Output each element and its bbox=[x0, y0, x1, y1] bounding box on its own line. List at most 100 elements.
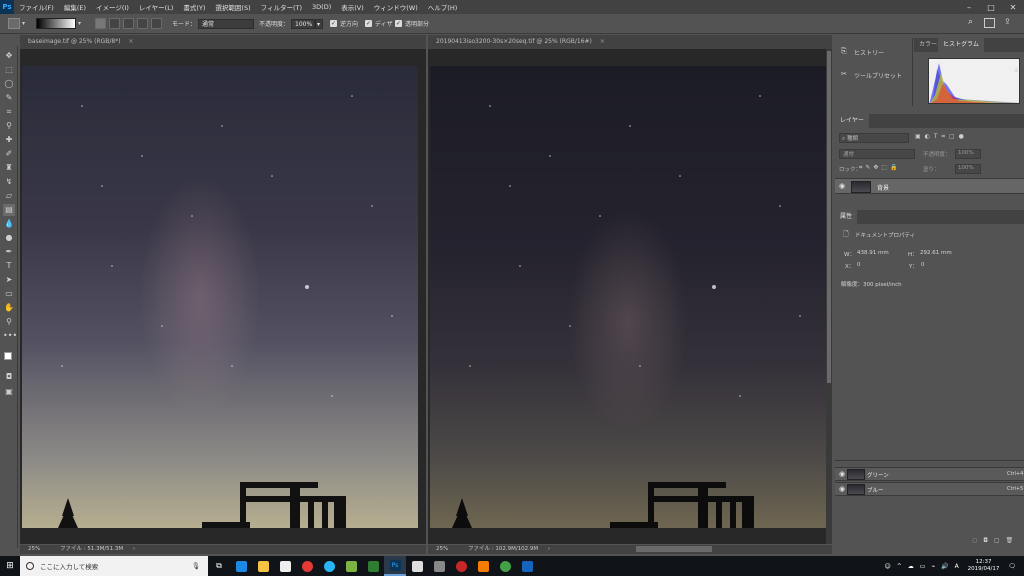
scrollbar-thumb[interactable] bbox=[827, 51, 831, 383]
menu-view[interactable]: 表示(V) bbox=[336, 2, 369, 12]
lock-icons[interactable]: ⌗✎✥⬚🔒 bbox=[859, 164, 901, 172]
document-tab-1[interactable]: baseimage.tif @ 25% (RGB/8*) × bbox=[20, 35, 426, 49]
workspace-icon[interactable] bbox=[984, 18, 995, 28]
file-explorer-icon[interactable] bbox=[252, 556, 274, 576]
maximize-icon[interactable]: □ bbox=[980, 0, 1002, 14]
eye-icon[interactable]: ◉ bbox=[839, 470, 845, 478]
mode-select[interactable]: 通常 bbox=[198, 19, 254, 29]
lasso-tool-icon[interactable]: ◯ bbox=[3, 78, 15, 90]
chevron-up-icon[interactable]: ^ bbox=[897, 563, 902, 570]
chrome-icon[interactable] bbox=[296, 556, 318, 576]
more-tools-icon[interactable]: ••• bbox=[3, 330, 17, 342]
share-icon[interactable]: ⇪ bbox=[1004, 17, 1011, 26]
layer-opacity-input[interactable]: 100% bbox=[955, 149, 981, 159]
chevron-right-icon[interactable]: › bbox=[548, 546, 550, 552]
blend-mode-select[interactable]: 通常 bbox=[839, 149, 915, 159]
blur-tool-icon[interactable]: 💧 bbox=[3, 218, 15, 230]
history-panel-label[interactable]: ヒストリー bbox=[854, 48, 884, 57]
screen-mode-icon[interactable]: ▣ bbox=[3, 386, 15, 398]
eye-icon[interactable]: ◉ bbox=[839, 485, 845, 493]
path-selection-tool-icon[interactable]: ➤ bbox=[3, 274, 15, 286]
zoom-tool-icon[interactable]: ⚲ bbox=[3, 316, 15, 328]
tab-properties[interactable]: 属性 bbox=[835, 210, 858, 224]
store-icon[interactable] bbox=[274, 556, 296, 576]
clone-stamp-tool-icon[interactable]: ♜ bbox=[3, 162, 15, 174]
battery-icon[interactable]: ▭ bbox=[920, 563, 926, 570]
transparency-checkbox[interactable]: ✓ bbox=[395, 20, 402, 27]
notifications-icon[interactable]: 🗨 bbox=[1008, 563, 1016, 570]
volume-icon[interactable]: 🔊 bbox=[941, 563, 948, 570]
cloud-icon[interactable]: ☁ bbox=[908, 563, 914, 570]
quick-select-tool-icon[interactable]: ✎ bbox=[3, 92, 15, 104]
chevron-down-icon[interactable]: ▾ bbox=[315, 19, 323, 29]
vertical-scrollbar[interactable] bbox=[826, 49, 832, 544]
zoom-level[interactable]: 25% bbox=[28, 546, 40, 552]
clock[interactable]: 12:37 2019/04/17 bbox=[968, 559, 1000, 573]
menu-help[interactable]: ヘルプ(H) bbox=[423, 2, 462, 12]
tab-layers[interactable]: レイヤー bbox=[835, 114, 869, 128]
network-icon[interactable]: ⌁ bbox=[931, 563, 935, 570]
brush-tool-icon[interactable]: ✐ bbox=[3, 148, 15, 160]
tool-presets-panel-label[interactable]: ツールプリセット bbox=[854, 71, 902, 80]
app-icon-green[interactable] bbox=[340, 556, 362, 576]
rectangle-tool-icon[interactable]: ▭ bbox=[3, 288, 15, 300]
ime-indicator[interactable]: A bbox=[955, 563, 959, 570]
close-icon[interactable]: × bbox=[600, 38, 605, 45]
gradient-tool-preset-icon[interactable] bbox=[8, 18, 20, 29]
reverse-checkbox[interactable]: ✓ bbox=[330, 20, 337, 27]
night-sky-image-2[interactable] bbox=[430, 66, 826, 528]
healing-brush-tool-icon[interactable]: ✚ bbox=[3, 134, 15, 146]
zoom-level[interactable]: 25% bbox=[436, 546, 448, 552]
photoshop-taskbar-icon[interactable]: Ps bbox=[384, 556, 406, 576]
taskbar-search-box[interactable]: ここに入力して検索 🎙 bbox=[20, 556, 208, 576]
document-tab-2[interactable]: 20190413iso3200-30s×20seq.tif @ 25% (RGB… bbox=[428, 35, 832, 49]
width-value[interactable]: 438.91 mm bbox=[857, 250, 889, 256]
linear-gradient-button[interactable] bbox=[95, 18, 106, 29]
foreground-color-swatch[interactable] bbox=[4, 352, 12, 360]
app-icon-colorful[interactable] bbox=[472, 556, 494, 576]
tool-presets-icon[interactable]: ✂ bbox=[841, 70, 847, 78]
diamond-gradient-button[interactable] bbox=[151, 18, 162, 29]
app-icon-darkgreen[interactable] bbox=[362, 556, 384, 576]
dither-checkbox[interactable]: ✓ bbox=[365, 20, 372, 27]
app-icon-blue[interactable] bbox=[318, 556, 340, 576]
windows-start-icon[interactable]: ⊞ bbox=[0, 556, 20, 576]
close-icon[interactable]: × bbox=[128, 38, 133, 45]
x-value[interactable]: 0 bbox=[857, 262, 861, 268]
minimize-icon[interactable]: – bbox=[958, 0, 980, 14]
horizontal-scrollbar-thumb[interactable] bbox=[636, 546, 712, 552]
tab-histogram[interactable]: ヒストグラム bbox=[938, 38, 984, 52]
y-value[interactable]: 0 bbox=[921, 262, 925, 268]
task-view-icon[interactable]: ⧉ bbox=[208, 556, 230, 576]
gradient-tool-icon[interactable]: ▤ bbox=[3, 204, 15, 216]
layer-filter-icons[interactable]: ▣◐T⌗▢● bbox=[915, 133, 968, 141]
chevron-down-icon[interactable]: ▾ bbox=[22, 20, 25, 27]
marquee-tool-icon[interactable]: ⬚ bbox=[3, 64, 15, 76]
height-value[interactable]: 292.61 mm bbox=[920, 250, 952, 256]
layer-name[interactable]: 背景 bbox=[877, 183, 889, 192]
type-tool-icon[interactable]: T bbox=[3, 260, 15, 272]
channel-row-green[interactable]: ◉ グリーン Ctrl+4 bbox=[835, 467, 1024, 481]
close-icon[interactable]: ✕ bbox=[1002, 0, 1024, 14]
eraser-tool-icon[interactable]: ▱ bbox=[3, 190, 15, 202]
app-icon-greencircle[interactable] bbox=[494, 556, 516, 576]
layer-kind-filter[interactable]: ⌕ 種類 bbox=[839, 133, 909, 143]
dodge-tool-icon[interactable]: ● bbox=[3, 232, 15, 244]
menu-filter[interactable]: フィルター(T) bbox=[256, 2, 307, 12]
menu-image[interactable]: イメージ(I) bbox=[91, 2, 134, 12]
layer-row-background[interactable]: ◉ 背景 bbox=[835, 178, 1024, 194]
radial-gradient-button[interactable] bbox=[109, 18, 120, 29]
history-icon[interactable]: ⎘ bbox=[841, 47, 847, 56]
app-icon-camera[interactable] bbox=[406, 556, 428, 576]
reflected-gradient-button[interactable] bbox=[137, 18, 148, 29]
menu-file[interactable]: ファイル(F) bbox=[14, 2, 59, 12]
people-icon[interactable]: ☺ bbox=[884, 563, 890, 570]
menu-3d[interactable]: 3D(D) bbox=[307, 3, 336, 11]
chevron-down-icon[interactable]: ▾ bbox=[78, 20, 81, 27]
menu-select[interactable]: 選択範囲(S) bbox=[210, 2, 255, 12]
history-brush-tool-icon[interactable]: ↯ bbox=[3, 176, 15, 188]
app-icon-landscape[interactable] bbox=[516, 556, 538, 576]
edge-browser-icon[interactable] bbox=[230, 556, 252, 576]
menu-layer[interactable]: レイヤー(L) bbox=[134, 2, 179, 12]
eye-icon[interactable]: ◉ bbox=[839, 182, 845, 190]
